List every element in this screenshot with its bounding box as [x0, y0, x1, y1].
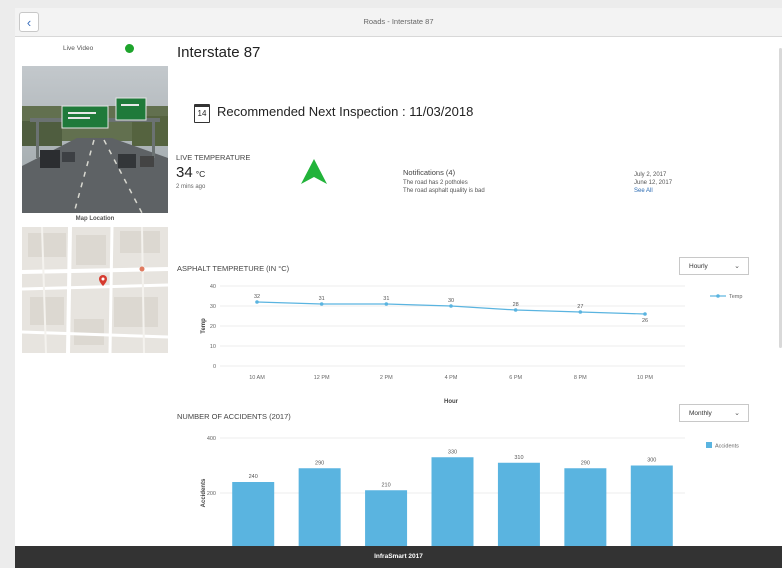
temperature-updated: 2 mins ago	[176, 184, 206, 190]
data-point	[578, 310, 583, 314]
y-axis-label: Temp	[201, 318, 207, 334]
live-video-label: Live Video	[63, 45, 94, 52]
sidebar: Live Video Map Location	[15, 36, 170, 546]
data-label: 30	[448, 298, 454, 304]
data-label: 31	[383, 296, 389, 302]
data-label: 210	[381, 482, 390, 488]
y-tick-label: 200	[207, 491, 216, 497]
footer: InfraSmart 2017	[15, 546, 782, 568]
x-tick-label: 8 PM	[574, 375, 587, 381]
data-label: 300	[647, 458, 656, 464]
data-label: 32	[254, 294, 260, 300]
bar	[431, 457, 474, 548]
notifications-title: Notifications (4)	[403, 168, 456, 177]
data-label: 26	[642, 318, 648, 324]
data-point	[449, 304, 453, 308]
data-point	[319, 302, 324, 306]
data-point	[255, 300, 259, 304]
bar	[365, 490, 408, 548]
data-label: 290	[315, 460, 324, 466]
notification-date: July 2, 2017	[634, 172, 667, 178]
data-point	[643, 312, 647, 316]
data-label: 310	[514, 455, 523, 461]
asphalt-temperature-chart: 0 10 20 30 40 10 AM 12 PM 2 PM 4 PM 6 PM 8 PM 10 PM…	[201, 284, 742, 405]
notifications-list: The road has 2 potholes The road asphalt…	[403, 179, 485, 195]
live-temperature-value: 34 °C	[176, 164, 205, 181]
period-select[interactable]: Monthly ⌄	[679, 404, 749, 422]
data-label: 240	[249, 474, 258, 480]
notification-item: The road asphalt quality is bad	[403, 188, 485, 194]
x-axis-label: Hour	[444, 399, 459, 405]
location-map[interactable]	[22, 227, 168, 353]
y-tick-label: 30	[210, 304, 216, 310]
bar	[564, 468, 607, 548]
x-tick-label: 10 PM	[637, 375, 653, 381]
legend-marker	[716, 294, 720, 298]
data-point	[513, 308, 518, 312]
live-video-feed[interactable]	[22, 66, 168, 213]
period-select-value: Monthly	[689, 410, 712, 417]
main-content: Interstate 87 14 Recommended Next Inspec…	[175, 36, 782, 561]
x-tick-label: 10 AM	[249, 375, 265, 381]
see-all-link[interactable]: See All	[634, 187, 672, 195]
asphalt-section-title: ASPHALT TEMPRETURE (IN °C)	[177, 264, 290, 273]
y-tick-label: 400	[207, 436, 216, 442]
x-tick-label: 4 PM	[445, 375, 458, 381]
data-label: 27	[577, 304, 583, 310]
y-tick-label: 40	[210, 284, 216, 290]
app-window: ‹ Roads - Interstate 87 Live Video Map L…	[15, 8, 782, 568]
x-tick-label: 2 PM	[380, 375, 393, 381]
data-label: 28	[513, 302, 519, 308]
temperature-unit: °C	[195, 169, 206, 179]
interval-select[interactable]: Hourly ⌄	[679, 257, 749, 275]
notification-dates: July 2, 2017 June 12, 2017 See All	[634, 171, 672, 195]
title-bar: ‹ Roads - Interstate 87	[15, 8, 782, 37]
page-title: Interstate 87	[177, 44, 261, 61]
data-point	[384, 302, 389, 306]
legend-label: Temp	[729, 294, 742, 300]
notification-date: June 12, 2017	[634, 180, 673, 186]
map-location-label: Map Location	[75, 216, 115, 222]
accidents-section-title: NUMBER OF ACCIDENTS (2017)	[177, 412, 291, 421]
calendar-icon: 14	[194, 104, 210, 123]
temperature-number: 34	[176, 164, 193, 181]
live-temperature-label: LIVE TEMPERATURE	[176, 153, 251, 162]
window-title: Roads - Interstate 87	[363, 17, 434, 26]
bar	[298, 468, 341, 548]
notification-item: The road has 2 potholes	[403, 180, 468, 186]
x-tick-label: 6 PM	[509, 375, 522, 381]
live-status-dot	[125, 44, 134, 53]
bar	[232, 482, 275, 548]
data-label: 31	[319, 296, 325, 302]
y-axis-label: Accidents	[201, 478, 207, 507]
up-arrow-icon	[301, 159, 327, 184]
legend-label: Accidents	[715, 444, 739, 450]
bar	[497, 462, 540, 548]
data-label: 290	[581, 460, 590, 466]
data-label: 330	[448, 449, 457, 455]
y-tick-label: 20	[210, 324, 216, 330]
y-tick-label: 0	[213, 364, 216, 370]
bar	[630, 465, 673, 548]
x-tick-label: 12 PM	[314, 375, 330, 381]
recommended-inspection: Recommended Next Inspection : 11/03/2018	[217, 104, 474, 119]
interval-select-value: Hourly	[689, 263, 708, 270]
y-tick-label: 10	[210, 344, 216, 350]
chevron-down-icon: ⌄	[734, 263, 740, 270]
legend-swatch	[706, 442, 712, 448]
chevron-down-icon: ⌄	[734, 410, 740, 417]
